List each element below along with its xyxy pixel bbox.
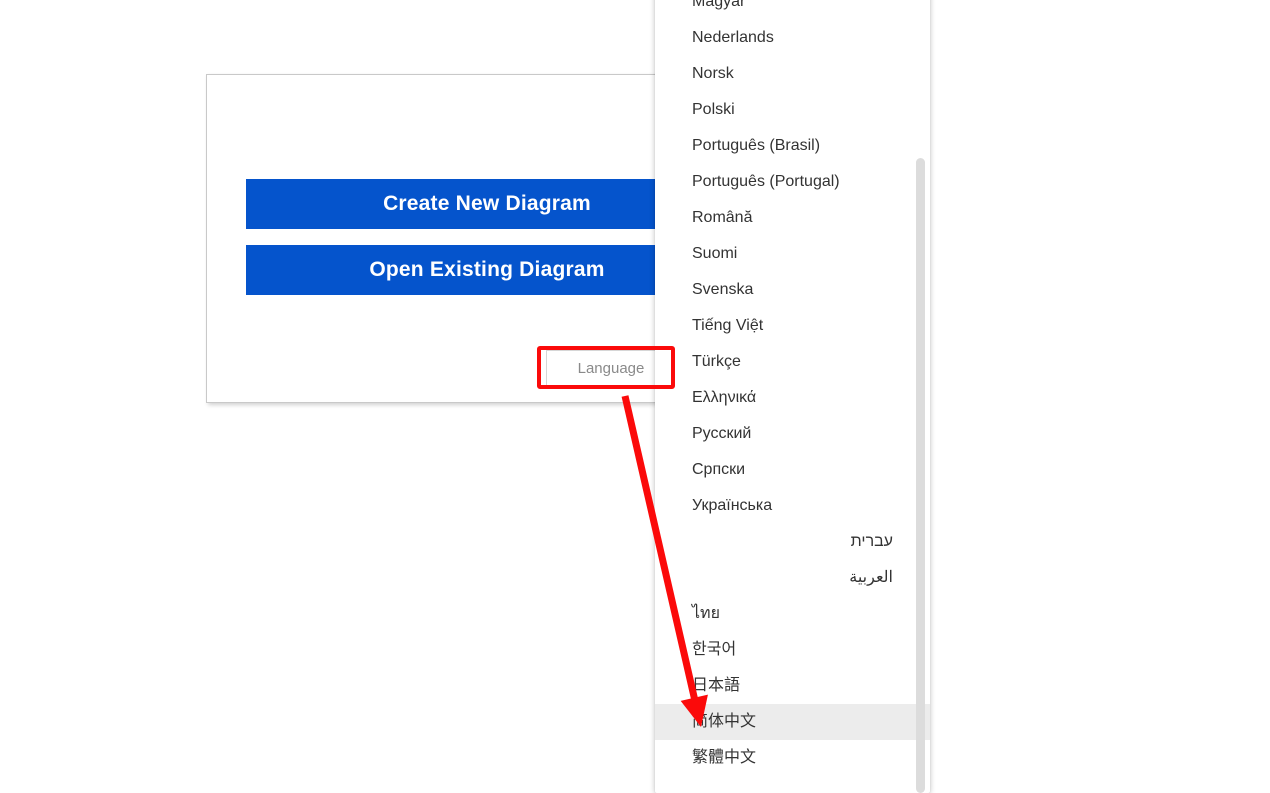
language-option[interactable]: Suomi (655, 236, 930, 272)
language-option[interactable]: Српски (655, 452, 930, 488)
language-option[interactable]: Türkçe (655, 344, 930, 380)
language-option[interactable]: 日本語 (655, 668, 930, 704)
language-option[interactable]: العربية (655, 560, 930, 596)
language-option[interactable]: Nederlands (655, 20, 930, 56)
language-option[interactable]: Svenska (655, 272, 930, 308)
language-dropdown-menu[interactable]: Magyar Nederlands Norsk Polski Português (Br… (655, 0, 930, 793)
language-option[interactable]: 繁體中文 (655, 740, 930, 776)
language-option[interactable]: Português (Brasil) (655, 128, 930, 164)
language-option[interactable]: Polski (655, 92, 930, 128)
language-option[interactable]: 简体中文 (655, 704, 930, 740)
language-option[interactable]: 한국어 (655, 632, 930, 668)
language-option[interactable]: Magyar (655, 0, 930, 20)
language-option[interactable]: Tiếng Việt (655, 308, 930, 344)
language-option[interactable]: Română (655, 200, 930, 236)
language-option[interactable]: Ελληνικά (655, 380, 930, 416)
dropdown-scrollbar-thumb[interactable] (916, 158, 925, 793)
language-option[interactable]: עברית (655, 524, 930, 560)
language-option[interactable]: ไทย (655, 596, 930, 632)
language-option[interactable]: Українська (655, 488, 930, 524)
screen-root: Create New Diagram Open Existing Diagram… (0, 0, 1270, 793)
language-option[interactable]: Русский (655, 416, 930, 452)
language-option-list: Magyar Nederlands Norsk Polski Português (Br… (655, 0, 930, 776)
language-option[interactable]: Português (Portugal) (655, 164, 930, 200)
language-option[interactable]: Norsk (655, 56, 930, 92)
